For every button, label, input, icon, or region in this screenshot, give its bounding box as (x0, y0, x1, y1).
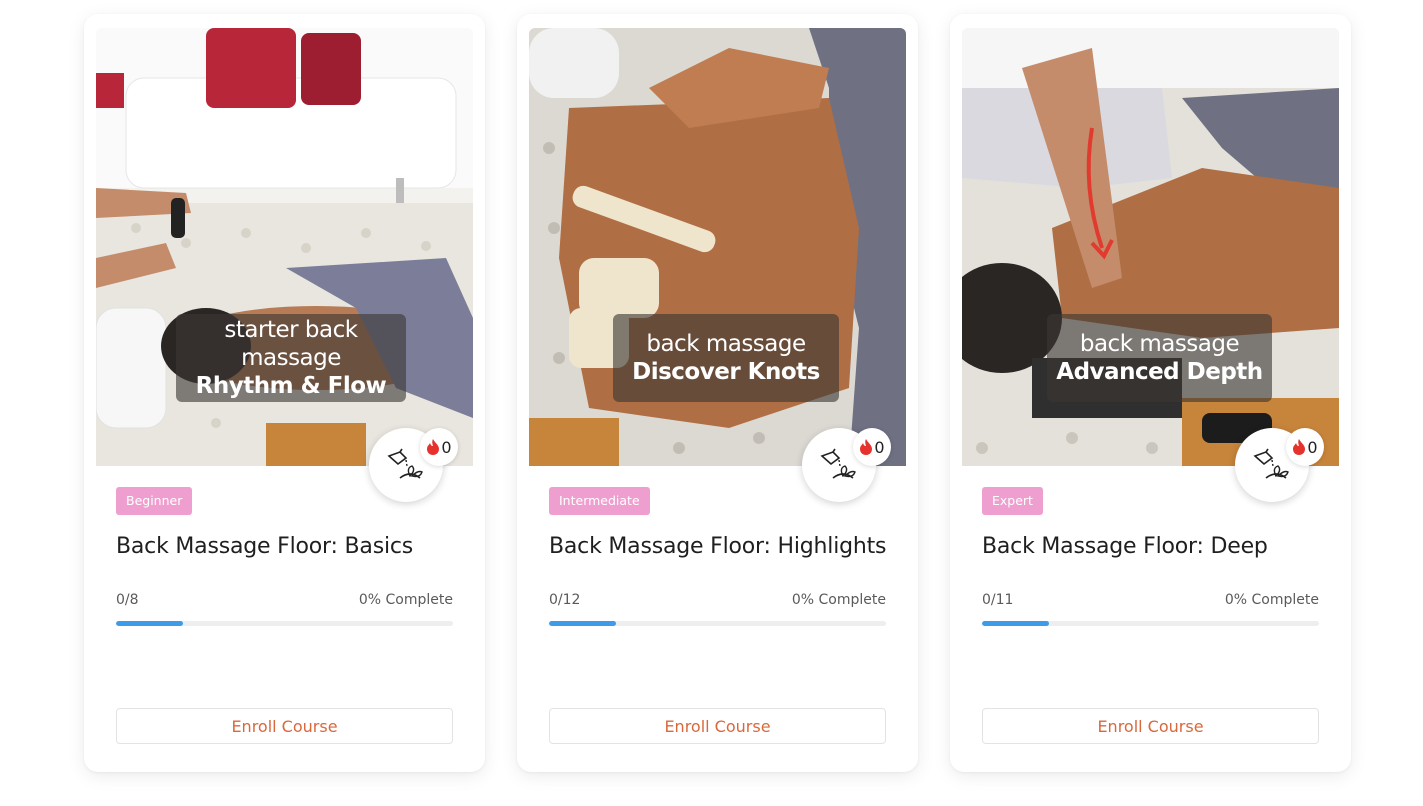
oil-pour-plant-icon (1253, 448, 1289, 479)
course-grid: starter back massage Rhythm & Flow 0 Beg… (0, 0, 1423, 806)
streak-indicator: 0 (420, 428, 458, 466)
progress-percentage: 0% Complete (1224, 592, 1319, 608)
course-card[interactable]: back massage Discover Knots 0 Intermedia… (517, 14, 918, 772)
progress-percentage: 0% Complete (358, 592, 453, 608)
fire-icon (860, 439, 873, 455)
progress-bar (982, 621, 1319, 626)
streak-count: 0 (441, 437, 452, 457)
course-title[interactable]: Back Massage Floor: Deep (982, 534, 1268, 559)
progress-percentage: 0% Complete (791, 592, 886, 608)
oil-pour-plant-icon (387, 448, 423, 479)
thumbnail-overlay: back massage Advanced Depth (1047, 314, 1272, 402)
thumbnail-overlay: starter back massage Rhythm & Flow (176, 314, 406, 402)
course-title[interactable]: Back Massage Floor: Highlights (549, 534, 887, 559)
progress-bar-fill (116, 621, 184, 626)
course-title[interactable]: Back Massage Floor: Basics (116, 534, 413, 559)
overlay-title: Discover Knots (632, 359, 820, 385)
streak-indicator: 0 (853, 428, 891, 466)
progress-bar-fill (549, 621, 617, 626)
course-card[interactable]: back massage Advanced Depth 0 Expert Bac… (950, 14, 1351, 772)
course-thumbnail[interactable]: back massage Discover Knots (529, 28, 906, 466)
oil-pour-plant-icon (820, 448, 856, 479)
fire-icon (427, 439, 440, 455)
lessons-progress-count: 0/12 (549, 592, 581, 608)
overlay-title: Rhythm & Flow (195, 373, 387, 399)
overlay-subtitle: starter back massage (224, 317, 358, 371)
course-thumbnail[interactable]: back massage Advanced Depth (962, 28, 1339, 466)
overlay-subtitle: back massage (646, 331, 806, 357)
lessons-progress-count: 0/11 (982, 592, 1014, 608)
streak-count: 0 (874, 437, 885, 457)
level-badge: Beginner (116, 487, 193, 515)
thumbnail-overlay: back massage Discover Knots (613, 314, 839, 402)
course-card[interactable]: starter back massage Rhythm & Flow 0 Beg… (84, 14, 485, 772)
level-badge: Expert (982, 487, 1043, 515)
fire-icon (1293, 439, 1306, 455)
streak-indicator: 0 (1286, 428, 1324, 466)
overlay-subtitle: back massage (1079, 331, 1240, 357)
progress-bar (549, 621, 886, 626)
streak-count: 0 (1307, 437, 1318, 457)
enroll-course-button[interactable]: Enroll Course (116, 708, 453, 744)
progress-bar-fill (982, 621, 1050, 626)
enroll-course-button[interactable]: Enroll Course (982, 708, 1319, 744)
enroll-course-button[interactable]: Enroll Course (549, 708, 886, 744)
progress-bar (116, 621, 453, 626)
overlay-title: Advanced Depth (1056, 359, 1263, 385)
course-thumbnail[interactable]: starter back massage Rhythm & Flow (96, 28, 473, 466)
lessons-progress-count: 0/8 (116, 592, 139, 608)
level-badge: Intermediate (549, 487, 650, 515)
